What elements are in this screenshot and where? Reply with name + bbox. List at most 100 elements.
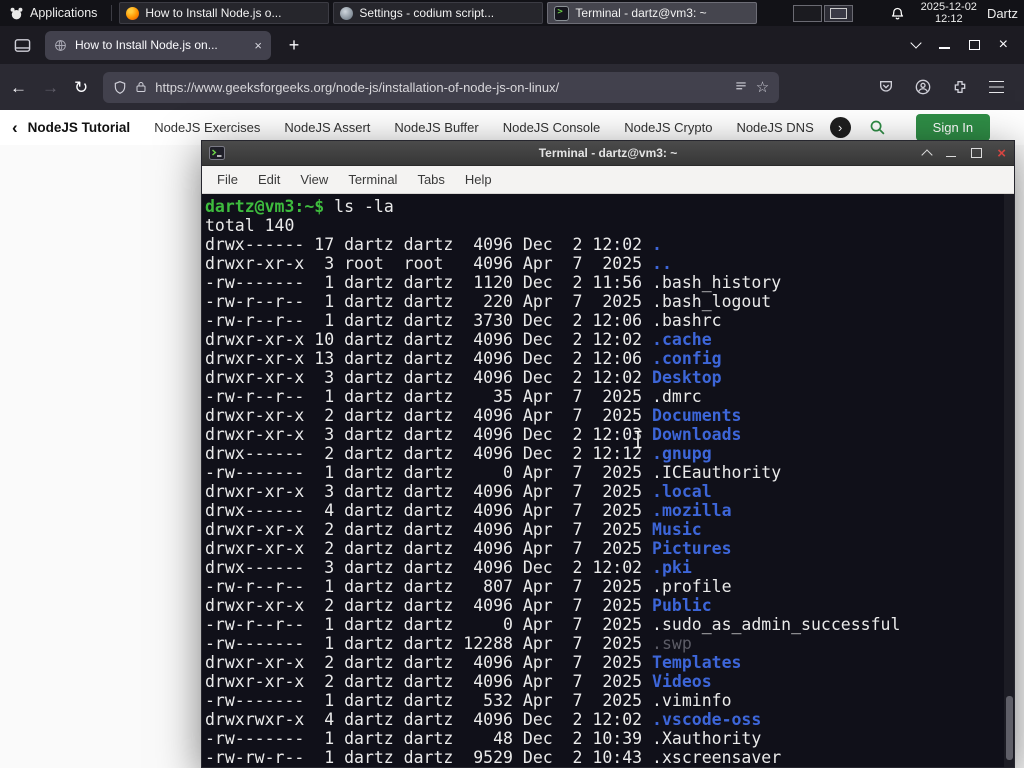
menu-view[interactable]: View — [291, 169, 337, 190]
taskbar-button-terminal[interactable]: Terminal - dartz@vm3: ~ — [547, 2, 758, 24]
desktop: Applications How to Install Node.js o...… — [0, 0, 1024, 768]
ls-row: drwxrwxr-x 4 dartz dartz 4096 Dec 2 12:0… — [205, 710, 762, 729]
workspace-2[interactable] — [824, 4, 854, 22]
ls-row: drwxr-xr-x 3 dartz dartz 4096 Apr 7 2025… — [205, 482, 712, 501]
tab-close-icon[interactable]: × — [254, 38, 262, 53]
ls-row: drwxr-xr-x 3 root root 4096 Apr 7 2025 .… — [205, 254, 672, 273]
list-all-tabs-icon[interactable] — [909, 37, 922, 49]
menu-file[interactable]: File — [208, 169, 247, 190]
gfg-nav-item[interactable]: NodeJS Tutorial — [28, 120, 131, 135]
ls-row: drwxr-xr-x 2 dartz dartz 4096 Apr 7 2025… — [205, 520, 702, 539]
ls-row: drwx------ 3 dartz dartz 4096 Dec 2 12:0… — [205, 558, 692, 577]
applications-icon — [9, 6, 24, 21]
firefox-view-icon[interactable] — [14, 38, 31, 53]
ls-row: -rw-r--r-- 1 dartz dartz 3730 Dec 2 12:0… — [205, 311, 722, 330]
reader-mode-icon[interactable] — [734, 80, 748, 94]
close-icon[interactable]: × — [997, 146, 1006, 161]
workspace-pager[interactable] — [793, 4, 854, 22]
panel-tasklist: How to Install Node.js o... Settings - co… — [117, 0, 759, 26]
clock-date: 2025-12-02 — [920, 1, 977, 13]
shield-icon[interactable] — [113, 80, 127, 95]
browser-maximize-icon[interactable] — [968, 40, 980, 50]
ls-row: -rw-r--r-- 1 dartz dartz 807 Apr 7 2025 … — [205, 577, 732, 596]
maximize-icon[interactable] — [971, 148, 983, 158]
browser-minimize-icon[interactable] — [938, 47, 950, 49]
firefox-icon — [126, 6, 140, 20]
new-tab-button[interactable]: + — [281, 35, 307, 56]
mini-window — [830, 7, 848, 19]
minimize-icon[interactable] — [946, 155, 957, 158]
url-text: https://www.geeksforgeeks.org/node-js/in… — [155, 79, 560, 95]
sign-in-button[interactable]: Sign In — [915, 114, 991, 141]
ls-row: drwxr-xr-x 2 dartz dartz 4096 Apr 7 2025… — [205, 539, 732, 558]
tab-title: How to Install Node.js on... — [75, 38, 218, 52]
search-icon[interactable] — [869, 119, 886, 136]
terminal-scrollbar[interactable] — [1004, 194, 1014, 767]
back-button[interactable]: ← — [10, 79, 27, 96]
gfg-nav-items: NodeJS Tutorial NodeJS Exercises NodeJS As… — [28, 120, 828, 135]
ls-row: drwx------ 4 dartz dartz 4096 Apr 7 2025… — [205, 501, 732, 520]
ls-row: drwxr-xr-x 2 dartz dartz 4096 Apr 7 2025… — [205, 406, 742, 425]
gfg-nav-item[interactable]: NodeJS Crypto — [624, 120, 712, 135]
ls-row: drwxr-xr-x 10 dartz dartz 4096 Dec 2 12:… — [205, 330, 712, 349]
terminal-titlebar[interactable]: Terminal - dartz@vm3: ~ × — [202, 141, 1014, 166]
ls-row: -rw-rw-r-- 1 dartz dartz 9529 Dec 2 10:4… — [205, 748, 782, 767]
extensions-icon[interactable] — [952, 79, 968, 95]
nav-scroll-left-icon[interactable]: ‹ — [12, 118, 18, 138]
total-line: total 140 — [205, 216, 295, 235]
reload-button[interactable]: ↻ — [74, 79, 88, 96]
ls-row: drwxr-xr-x 13 dartz dartz 4096 Dec 2 12:… — [205, 349, 722, 368]
task-label: Terminal - dartz@vm3: ~ — [575, 6, 707, 20]
globe-icon — [54, 39, 67, 52]
url-bar[interactable]: https://www.geeksforgeeks.org/node-js/in… — [103, 71, 780, 103]
ls-row: -rw------- 1 dartz dartz 48 Dec 2 10:39 … — [205, 729, 762, 748]
gfg-nav-item[interactable]: NodeJS Exercises — [154, 120, 260, 135]
menu-edit[interactable]: Edit — [249, 169, 289, 190]
taskbar-button-settings[interactable]: Settings - codium script... — [333, 2, 544, 24]
ls-row: drwxr-xr-x 2 dartz dartz 4096 Apr 7 2025… — [205, 653, 742, 672]
terminal-menubar: File Edit View Terminal Tabs Help — [202, 166, 1014, 194]
clock[interactable]: 2025-12-02 12:12 — [921, 1, 977, 25]
pocket-icon[interactable] — [878, 79, 894, 95]
ls-row: drwx------ 17 dartz dartz 4096 Dec 2 12:… — [205, 235, 662, 254]
applications-menu-button[interactable]: Applications — [0, 0, 106, 26]
workspace-1[interactable] — [793, 4, 823, 22]
ls-row: drwxr-xr-x 2 dartz dartz 4096 Apr 7 2025… — [205, 672, 712, 691]
ls-row: -rw------- 1 dartz dartz 0 Apr 7 2025 .I… — [205, 463, 782, 482]
terminal-lines: dartz@vm3:~$ ls -la total 140 drwx------ 1… — [202, 194, 1014, 767]
taskbar-button-firefox[interactable]: How to Install Node.js o... — [119, 2, 330, 24]
nav-scroll-right-icon[interactable]: › — [829, 117, 851, 138]
tab-bar: How to Install Node.js on... × + × — [0, 26, 1024, 64]
menu-icon[interactable] — [989, 80, 1004, 94]
gfg-nav-item[interactable]: NodeJS Console — [503, 120, 601, 135]
shade-icon[interactable] — [921, 149, 933, 161]
scrollbar-thumb[interactable] — [1005, 696, 1013, 760]
settings-icon — [340, 6, 354, 20]
tabbar-right-controls: × — [909, 37, 1014, 53]
forward-button[interactable]: → — [42, 79, 59, 96]
lock-icon[interactable] — [135, 80, 147, 94]
ls-row: drwxr-xr-x 3 dartz dartz 4096 Dec 2 12:0… — [205, 368, 722, 387]
task-label: How to Install Node.js o... — [145, 6, 282, 20]
menu-help[interactable]: Help — [456, 169, 501, 190]
browser-tab[interactable]: How to Install Node.js on... × — [45, 30, 271, 60]
terminal-window: Terminal - dartz@vm3: ~ × File Edit View Te… — [201, 140, 1015, 768]
gfg-nav-item[interactable]: NodeJS Buffer — [394, 120, 478, 135]
gfg-nav-item[interactable]: NodeJS DNS — [736, 120, 813, 135]
gfg-nav-item[interactable]: NodeJS Assert — [284, 120, 370, 135]
browser-close-icon[interactable]: × — [999, 37, 1008, 53]
terminal-icon — [554, 5, 570, 21]
terminal-output[interactable]: dartz@vm3:~$ ls -la total 140 drwx------ 1… — [202, 194, 1014, 767]
ls-row: -rw------- 1 dartz dartz 12288 Apr 7 202… — [205, 634, 692, 653]
notification-bell-icon[interactable] — [890, 6, 905, 21]
ls-row: -rw------- 1 dartz dartz 532 Apr 7 2025 … — [205, 691, 732, 710]
terminal-window-controls: × — [921, 141, 1006, 165]
ls-row: -rw-r--r-- 1 dartz dartz 0 Apr 7 2025 .s… — [205, 615, 901, 634]
navigation-toolbar: ← → ↻ https://www.geeksforgeeks.org/node… — [0, 64, 1024, 110]
terminal-title: Terminal - dartz@vm3: ~ — [538, 146, 678, 160]
bookmark-star-icon[interactable]: ☆ — [756, 78, 769, 96]
top-panel: Applications How to Install Node.js o...… — [0, 0, 1024, 26]
account-icon[interactable] — [915, 79, 931, 95]
menu-tabs[interactable]: Tabs — [408, 169, 453, 190]
menu-terminal[interactable]: Terminal — [339, 169, 406, 190]
